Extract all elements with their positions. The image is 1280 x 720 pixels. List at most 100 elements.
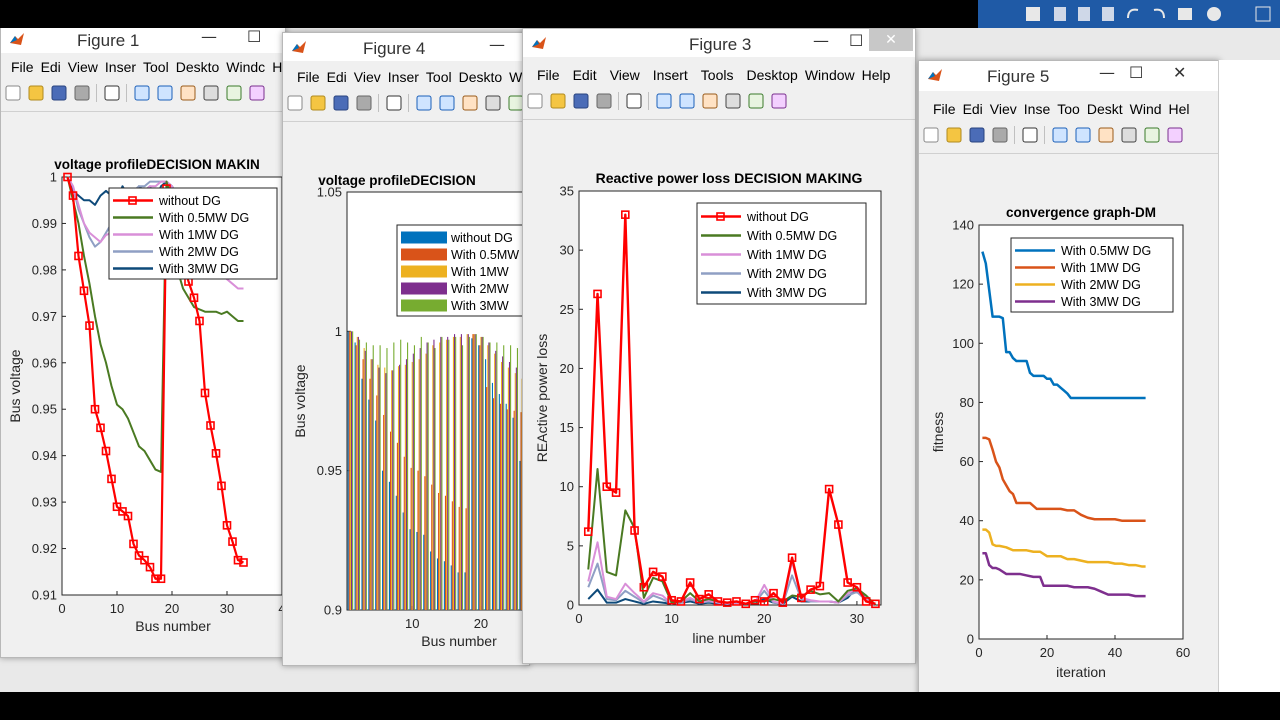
bar (349, 331, 351, 610)
bar (395, 495, 397, 610)
open-icon[interactable] (945, 126, 963, 144)
pan-icon[interactable] (701, 92, 719, 110)
data-cursor-icon[interactable] (1143, 126, 1161, 144)
pointer-icon[interactable] (625, 92, 643, 110)
menu-file[interactable]: File (933, 97, 956, 121)
figure-4-window[interactable]: Figure 4 — File Edi Viev Inser Tool Deskto Wi … (282, 32, 530, 666)
pointer-icon[interactable] (103, 84, 121, 102)
close-button[interactable]: ✕ (869, 29, 913, 51)
zoom-in-icon[interactable] (655, 92, 673, 110)
menu-insert[interactable]: Inser (105, 55, 136, 79)
menu-view[interactable]: View (610, 63, 640, 87)
maximize-button[interactable]: ☐ (849, 31, 863, 50)
minimize-button[interactable]: — (489, 35, 505, 54)
menu-window[interactable]: Window (805, 63, 855, 87)
minimize-button[interactable]: — (201, 28, 217, 46)
bar (436, 558, 439, 610)
brush-icon[interactable] (770, 92, 788, 110)
rotate-icon[interactable] (1120, 126, 1138, 144)
print-icon[interactable] (595, 92, 613, 110)
bar (514, 373, 516, 610)
menu-desktop[interactable]: Deskto (459, 65, 503, 89)
bar (473, 334, 475, 610)
zoom-in-icon[interactable] (133, 84, 151, 102)
new-figure-icon[interactable] (526, 92, 544, 110)
save-icon[interactable] (332, 94, 350, 112)
save-icon[interactable] (968, 126, 986, 144)
title-bar[interactable]: Figure 3 — ☐ ✕ (523, 29, 915, 57)
save-icon[interactable] (572, 92, 590, 110)
title-bar[interactable]: Figure 5 — ☐ ✕ (919, 61, 1219, 91)
figure-3-window[interactable]: Figure 3 — ☐ ✕ File Edit View Insert Tools De… (522, 28, 916, 664)
zoom-in-icon[interactable] (415, 94, 433, 112)
menu-view[interactable]: Viev (990, 97, 1017, 121)
menu-insert[interactable]: Inse (1024, 97, 1050, 121)
new-figure-icon[interactable] (922, 126, 940, 144)
menu-file[interactable]: File (297, 65, 320, 89)
pointer-icon[interactable] (385, 94, 403, 112)
data-cursor-icon[interactable] (225, 84, 243, 102)
open-icon[interactable] (309, 94, 327, 112)
menu-tools[interactable]: Tools (701, 63, 734, 87)
menu-view[interactable]: View (68, 55, 98, 79)
menu-edit[interactable]: Edi (963, 97, 983, 121)
menu-insert[interactable]: Inser (388, 65, 419, 89)
maximize-button[interactable]: ☐ (1129, 63, 1143, 82)
rotate-icon[interactable] (724, 92, 742, 110)
menu-tools[interactable]: Tool (426, 65, 452, 89)
bar (430, 551, 432, 610)
zoom-out-icon[interactable] (678, 92, 696, 110)
zoom-out-icon[interactable] (1074, 126, 1092, 144)
menu-help[interactable]: Help (862, 63, 891, 87)
brush-icon[interactable] (248, 84, 266, 102)
zoom-in-icon[interactable] (1051, 126, 1069, 144)
menu-file[interactable]: File (537, 63, 560, 87)
new-figure-icon[interactable] (4, 84, 22, 102)
menu-tools[interactable]: Tool (143, 55, 169, 79)
menu-window[interactable]: Windc (226, 55, 265, 79)
title-bar[interactable]: Figure 1 — ☐ (1, 28, 285, 53)
help-icon (1207, 7, 1221, 21)
print-icon[interactable] (73, 84, 91, 102)
menu-desktop[interactable]: Deskto (176, 55, 220, 79)
zoom-out-icon[interactable] (438, 94, 456, 112)
pan-icon[interactable] (461, 94, 479, 112)
maximize-button[interactable]: ☐ (247, 28, 261, 46)
open-icon[interactable] (27, 84, 45, 102)
zoom-out-icon[interactable] (156, 84, 174, 102)
print-icon[interactable] (355, 94, 373, 112)
print-icon[interactable] (991, 126, 1009, 144)
bar (486, 387, 488, 610)
menu-tools[interactable]: Too (1057, 97, 1080, 121)
pointer-icon[interactable] (1021, 126, 1039, 144)
figure-1-window[interactable]: Figure 1 — ☐ File Edi View Inser Tool Deskto W… (0, 28, 286, 658)
figure-canvas: voltage profileDECISION MAKIN 1 0.99 0.98 0.… (1, 113, 285, 657)
menu-window[interactable]: Wind (1130, 97, 1162, 121)
menu-view[interactable]: Viev (354, 65, 381, 89)
x-axis-label: iteration (1056, 664, 1106, 680)
menu-edit[interactable]: Edi (41, 55, 61, 79)
figure-5-window[interactable]: Figure 5 — ☐ ✕ File Edi Viev Inse Too Deskt Wi… (918, 60, 1220, 692)
open-icon[interactable] (549, 92, 567, 110)
close-button[interactable]: ✕ (1173, 63, 1186, 82)
save-icon[interactable] (50, 84, 68, 102)
new-figure-icon[interactable] (286, 94, 304, 112)
pan-icon[interactable] (179, 84, 197, 102)
brush-icon[interactable] (1166, 126, 1184, 144)
bar (432, 345, 434, 610)
menu-desktop[interactable]: Desktop (746, 63, 797, 87)
menu-help[interactable]: Hel (1169, 97, 1190, 121)
title-bar[interactable]: Figure 4 — (283, 33, 529, 61)
menu-desktop[interactable]: Deskt (1087, 97, 1123, 121)
rotate-icon[interactable] (202, 84, 220, 102)
minimize-button[interactable]: — (813, 31, 829, 50)
menu-edit[interactable]: Edi (327, 65, 347, 89)
data-cursor-icon[interactable] (747, 92, 765, 110)
rotate-icon[interactable] (484, 94, 502, 112)
minimize-button[interactable]: — (1099, 63, 1115, 82)
menu-insert[interactable]: Insert (653, 63, 688, 87)
pan-icon[interactable] (1097, 126, 1115, 144)
bar (431, 484, 433, 610)
menu-file[interactable]: File (11, 55, 34, 79)
menu-edit[interactable]: Edit (573, 63, 597, 87)
